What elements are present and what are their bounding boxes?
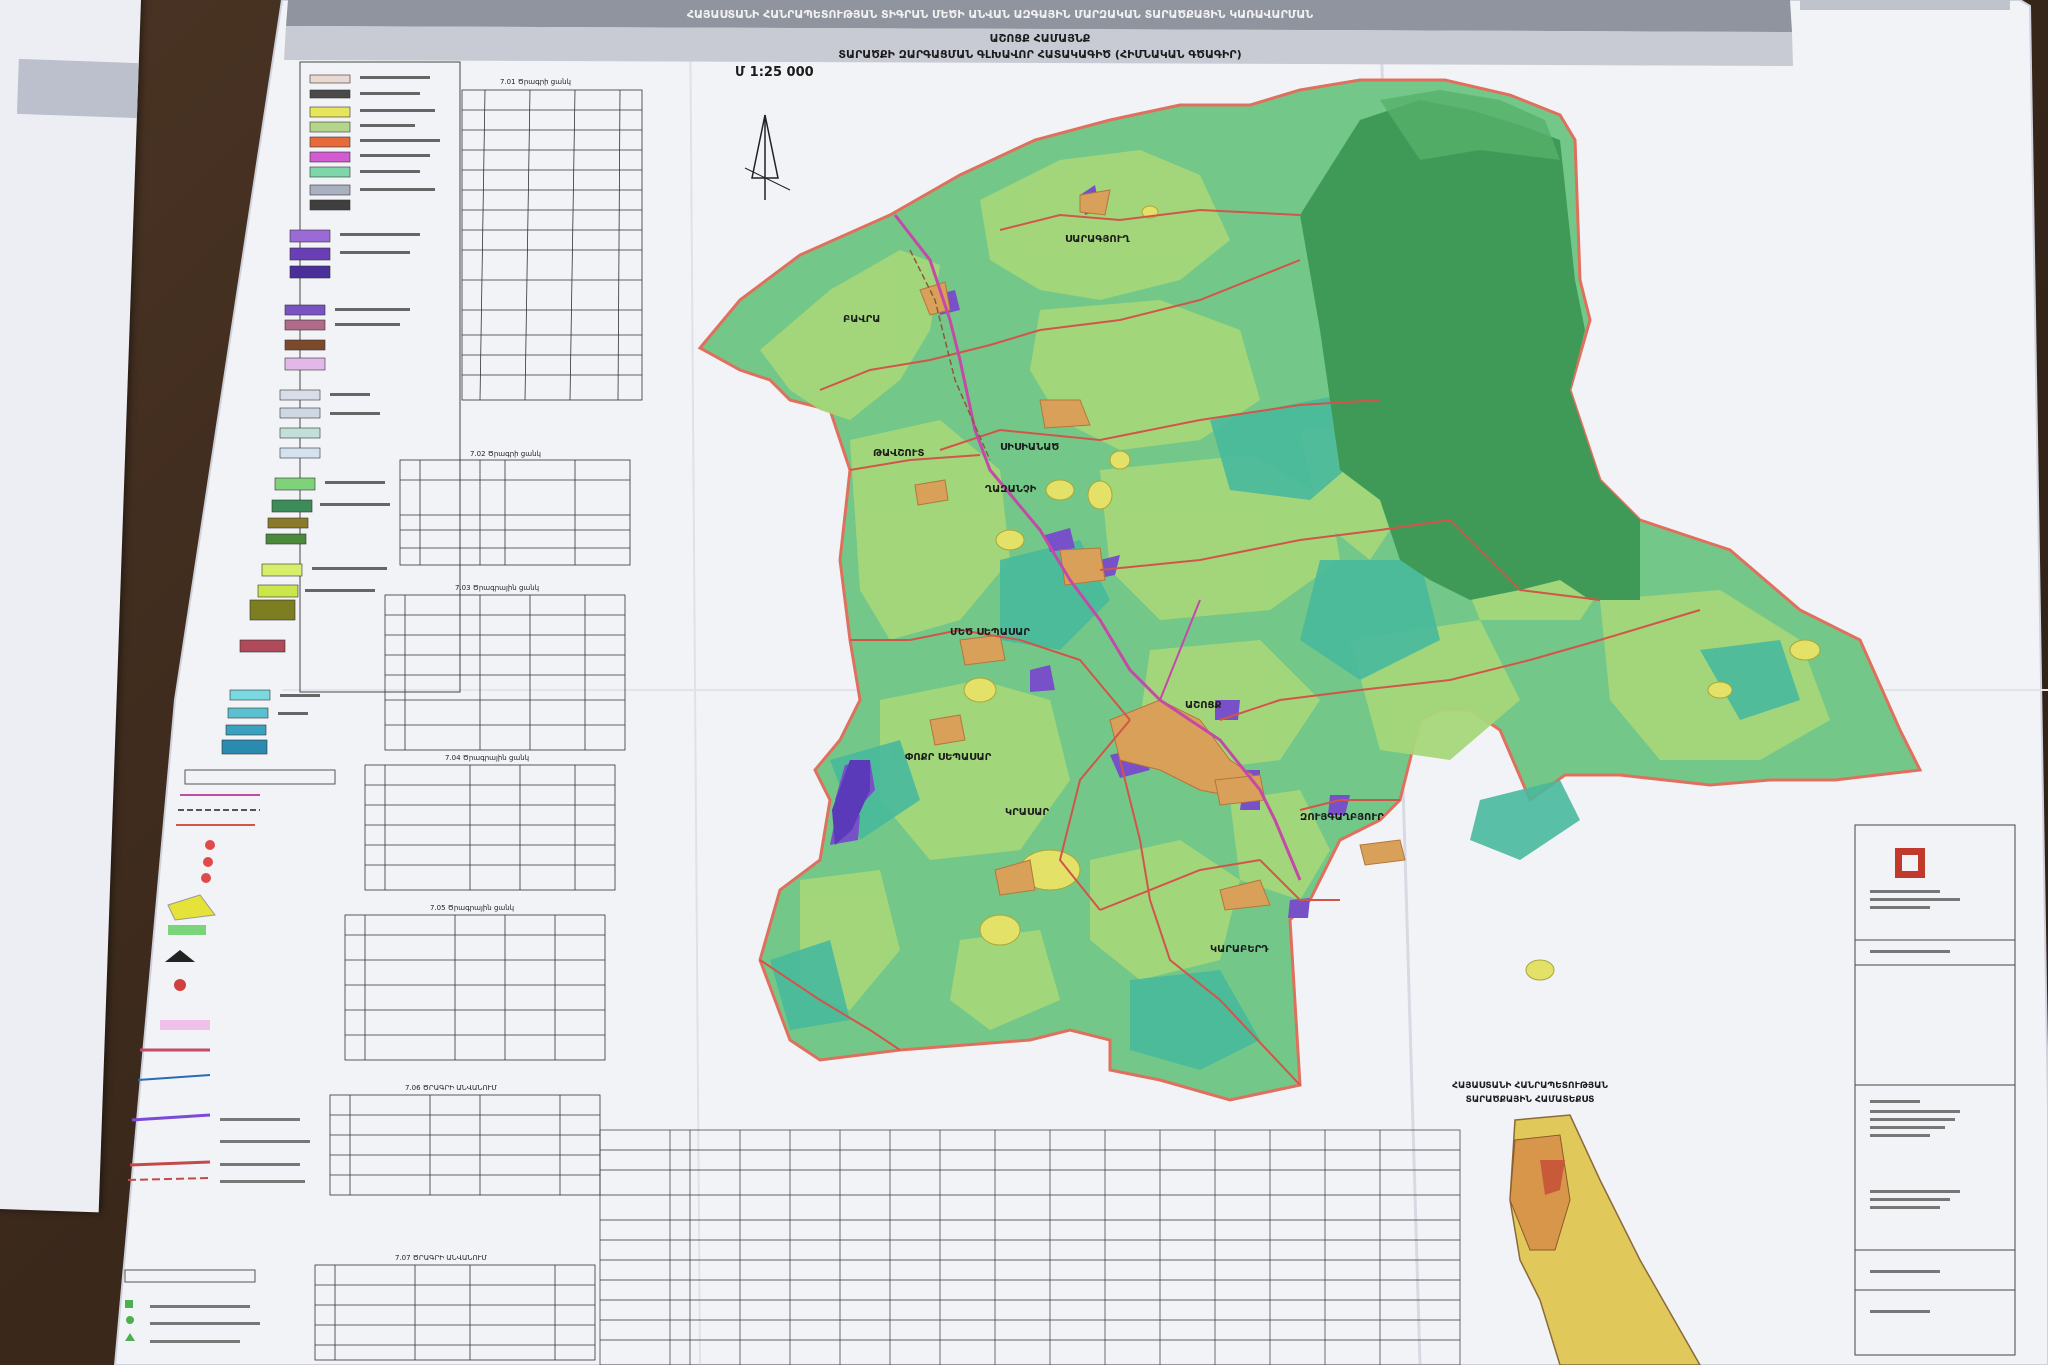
label-poqr-sepasar: ՓՈՔՐ ՍԵՊԱՍԱՐ	[905, 752, 992, 763]
table2-caption: 7.02 Ծրագրի ցանկ	[470, 450, 541, 458]
label-sisianats: ՍԻՍԻԱՆԱԾ	[1000, 442, 1059, 453]
map-sheet: ՀԱՅԱՍՏԱՆԻ ՀԱՆՐԱՊԵՏՈՒԹՅԱՆ ՏԻԳՐԱՆ ՄԵԾԻ ԱՆՎ…	[113, 0, 2048, 1365]
label-krasar: ԿՐԱՍԱՐ	[1005, 807, 1049, 818]
plan-title: ՏԱՐԱԾՔԻ ԶԱՐԳԱՑՄԱՆ ԳԼԽԱՎՈՐ ՀԱՏԱԿԱԳԻԾ (ՀԻՄ…	[838, 48, 1241, 61]
label-saragyugh: ՍԱՐԱԳՅՈՒՂ	[1065, 234, 1130, 245]
header-top: ՀԱՅԱՍՏԱՆԻ ՀԱՆՐԱՊԵՏՈՒԹՅԱՆ ՏԻԳՐԱՆ ՄԵԾԻ ԱՆՎ…	[687, 8, 1313, 21]
table3-caption: 7.03 Ծրագրային ցանկ	[455, 584, 539, 592]
label-bavra: ԲԱՎՐԱ	[843, 314, 880, 325]
scale-label: Մ 1:25 000	[735, 65, 814, 80]
label-ghazanchi: ՂԱԶԱՆՉԻ	[985, 484, 1037, 495]
label-ashotsk: ԱՇՈՑՔ	[1185, 700, 1222, 711]
table6-caption: 7.06 ԾՐԱԳՐԻ ԱՆՎԱՆՈՒՄ	[405, 1084, 497, 1092]
inset-title-2: ՏԱՐԱԾՔԱՅԻՆ ՀԱՄԱՏԵՔՍՏ	[1466, 1095, 1595, 1105]
table1-caption: 7.01 Ծրագրի ցանկ	[500, 78, 571, 86]
label-zuygaghbyur: ԶՈՒՅԳԱՂԲՅՈՒՐ	[1300, 812, 1384, 823]
inset-title-1: ՀԱՅԱՍՏԱՆԻ ՀԱՆՐԱՊԵՏՈՒԹՅԱՆ	[1452, 1081, 1608, 1091]
label-mets-sepasar: ՄԵԾ ՍԵՊԱՍԱՐ	[950, 627, 1030, 638]
table5-caption: 7.05 Ծրագրային ցանկ	[430, 904, 514, 912]
community-title: ԱՇՈՑՔ ՀԱՄԱՅՆՔ	[990, 32, 1091, 45]
label-karaberd: ԿԱՐԱԲԵՐԴ	[1210, 944, 1269, 955]
table4-caption: 7.04 Ծրագրային ցանկ	[445, 754, 529, 762]
photo-scene: ՀԱՅԱՍՏԱՆԻ ՀԱՆՐԱՊԵՏՈՒԹՅԱՆ ՏԻԳՐԱՆ ՄԵԾԻ ԱՆՎ…	[0, 0, 2048, 1365]
label-tavshut: ԹԱՎՇՈՒՏ	[873, 448, 924, 459]
table7-caption: 7.07 ԾՐԱԳՐԻ ԱՆՎԱՆՈՒՄ	[395, 1254, 487, 1262]
